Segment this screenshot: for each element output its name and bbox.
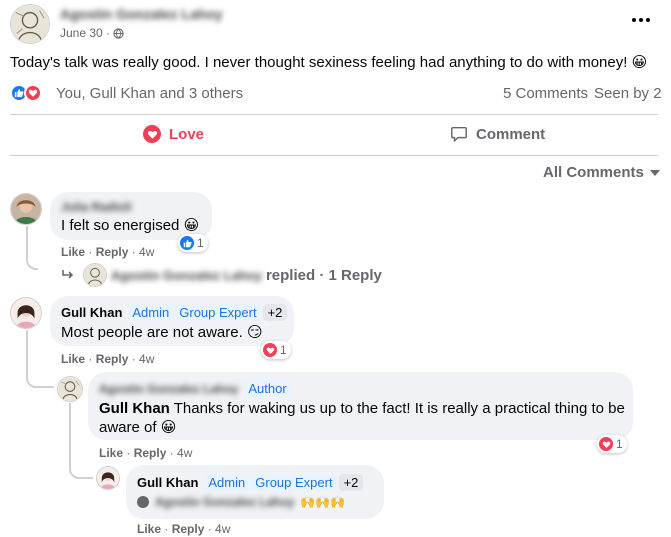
- comment-author[interactable]: Julia Radioli: [61, 200, 132, 214]
- like-link[interactable]: Like: [61, 352, 85, 366]
- smile-emoji-icon: 😀: [160, 419, 177, 436]
- reply-header: Gull Khan Admin Group Expert +2: [137, 474, 364, 491]
- commenter-avatar[interactable]: [10, 193, 42, 225]
- comments-count[interactable]: 5 Comments: [503, 85, 588, 102]
- post-text-content: Today's talk was really good. I never th…: [10, 54, 628, 71]
- like-link[interactable]: Like: [99, 446, 123, 460]
- comment-bubble: Gull Khan Admin Group Expert +2 Most peo…: [50, 296, 294, 346]
- love-icon: [143, 125, 161, 143]
- reply-author[interactable]: Gull Khan: [137, 475, 198, 490]
- comment-reaction-count[interactable]: 1: [178, 234, 208, 252]
- author-badge: Author: [244, 380, 291, 397]
- comment-time[interactable]: 4w: [139, 352, 154, 366]
- mention-profile-icon: [137, 496, 149, 508]
- reply-meta: Like · Reply · 4w: [99, 446, 193, 460]
- reactions-summary[interactable]: You, Gull Khan and 3 others: [56, 85, 243, 102]
- group-expert-badge: Group Expert: [251, 474, 337, 491]
- love-button-label: Love: [169, 125, 205, 143]
- smirk-emoji-icon: 😏: [246, 324, 263, 341]
- reply-text: Agostin Gonzalez Lahoy 🙌🙌🙌: [137, 495, 345, 509]
- reaction-icons[interactable]: [10, 84, 50, 102]
- more-dots-icon[interactable]: [632, 16, 650, 24]
- reply-meta: Like · Reply · 4w: [137, 522, 231, 536]
- all-comments-label: All Comments: [543, 164, 644, 181]
- reply-author-avatar[interactable]: [96, 466, 120, 490]
- comment-button-label: Comment: [476, 125, 546, 143]
- mention-link[interactable]: Gull Khan: [99, 400, 170, 417]
- like-link[interactable]: Like: [137, 522, 161, 536]
- commenter-avatar[interactable]: [10, 297, 42, 329]
- reply-link[interactable]: Reply: [96, 245, 129, 259]
- grinning-emoji-icon: 😀: [631, 54, 648, 71]
- post-meta: June 30 ·: [60, 26, 125, 40]
- post-author-avatar[interactable]: [10, 4, 50, 44]
- comment-text: I felt so energised 😀: [61, 217, 200, 234]
- thread-line: [26, 330, 54, 388]
- reply-time[interactable]: 4w: [177, 446, 192, 460]
- comment-icon: [450, 125, 468, 143]
- reply-link[interactable]: Reply: [134, 446, 167, 460]
- comment-text: Most people are not aware. 😏: [61, 324, 263, 341]
- comment-header: Gull Khan Admin Group Expert +2: [61, 304, 288, 321]
- raising-hands-emoji-icon: 🙌🙌🙌: [300, 495, 346, 509]
- group-expert-badge: Group Expert: [175, 304, 261, 321]
- comment-button[interactable]: Comment: [450, 125, 545, 143]
- all-comments-filter[interactable]: All Comments: [543, 164, 660, 181]
- post-author-name[interactable]: Agostin Gonzalez Lahoy: [60, 6, 223, 22]
- admin-badge: Admin: [204, 474, 250, 491]
- reply-link[interactable]: Reply: [96, 352, 129, 366]
- thread-line: [69, 403, 93, 479]
- reply-author-avatar: [83, 263, 107, 287]
- comment-reaction-count[interactable]: 1: [261, 341, 291, 359]
- mention-link[interactable]: Agostin Gonzalez Lahoy: [155, 495, 294, 509]
- love-button[interactable]: Love: [143, 125, 204, 143]
- divider-top: [10, 114, 658, 115]
- comment-author[interactable]: Gull Khan: [61, 305, 122, 320]
- comment-bubble: Julia Radioli I felt so energised 😀: [50, 192, 212, 240]
- love-reaction-icon: [24, 84, 42, 102]
- reply-link[interactable]: Reply: [172, 522, 205, 536]
- reply-reaction-count[interactable]: 1: [597, 435, 627, 453]
- love-reaction-icon: [599, 437, 613, 451]
- thread-line: [26, 226, 38, 270]
- replies-summary[interactable]: Agostin Gonzalez Lahoy replied · 1 Reply: [61, 263, 382, 287]
- reply-bubble: Gull Khan Admin Group Expert +2 Agostin …: [126, 465, 384, 519]
- more-badges[interactable]: +2: [338, 474, 364, 491]
- reply-header: Agostin Gonzalez Lahoy Author: [99, 380, 291, 397]
- reply-time[interactable]: 4w: [215, 522, 230, 536]
- comment-meta: Like · Reply · 4w: [61, 245, 155, 259]
- post-text: Today's talk was really good. I never th…: [10, 53, 647, 71]
- reply-text: Gull Khan Thanks for waking us up to the…: [99, 400, 625, 436]
- smile-emoji-icon: 😀: [183, 217, 200, 234]
- like-reaction-icon: [180, 236, 194, 250]
- reply-author-name: Agostin Gonzalez Lahoy: [111, 267, 262, 283]
- reply-author[interactable]: Agostin Gonzalez Lahoy: [99, 382, 238, 396]
- reply-arrow-icon: [61, 269, 75, 281]
- love-reaction-icon: [263, 343, 277, 357]
- divider-bottom: [10, 155, 658, 156]
- replies-summary-text: replied · 1 Reply: [265, 266, 382, 284]
- seen-by[interactable]: Seen by 2: [594, 85, 662, 102]
- comment-meta: Like · Reply · 4w: [61, 352, 155, 366]
- admin-badge: Admin: [128, 304, 174, 321]
- post-date[interactable]: June 30: [60, 26, 103, 40]
- reply-author-avatar[interactable]: [57, 376, 83, 402]
- more-badges[interactable]: +2: [262, 304, 288, 321]
- globe-icon: [113, 27, 125, 39]
- comment-time[interactable]: 4w: [139, 245, 154, 259]
- reply-bubble: Agostin Gonzalez Lahoy Author Gull Khan …: [88, 372, 633, 440]
- like-link[interactable]: Like: [61, 245, 85, 259]
- chevron-down-icon: [649, 169, 660, 176]
